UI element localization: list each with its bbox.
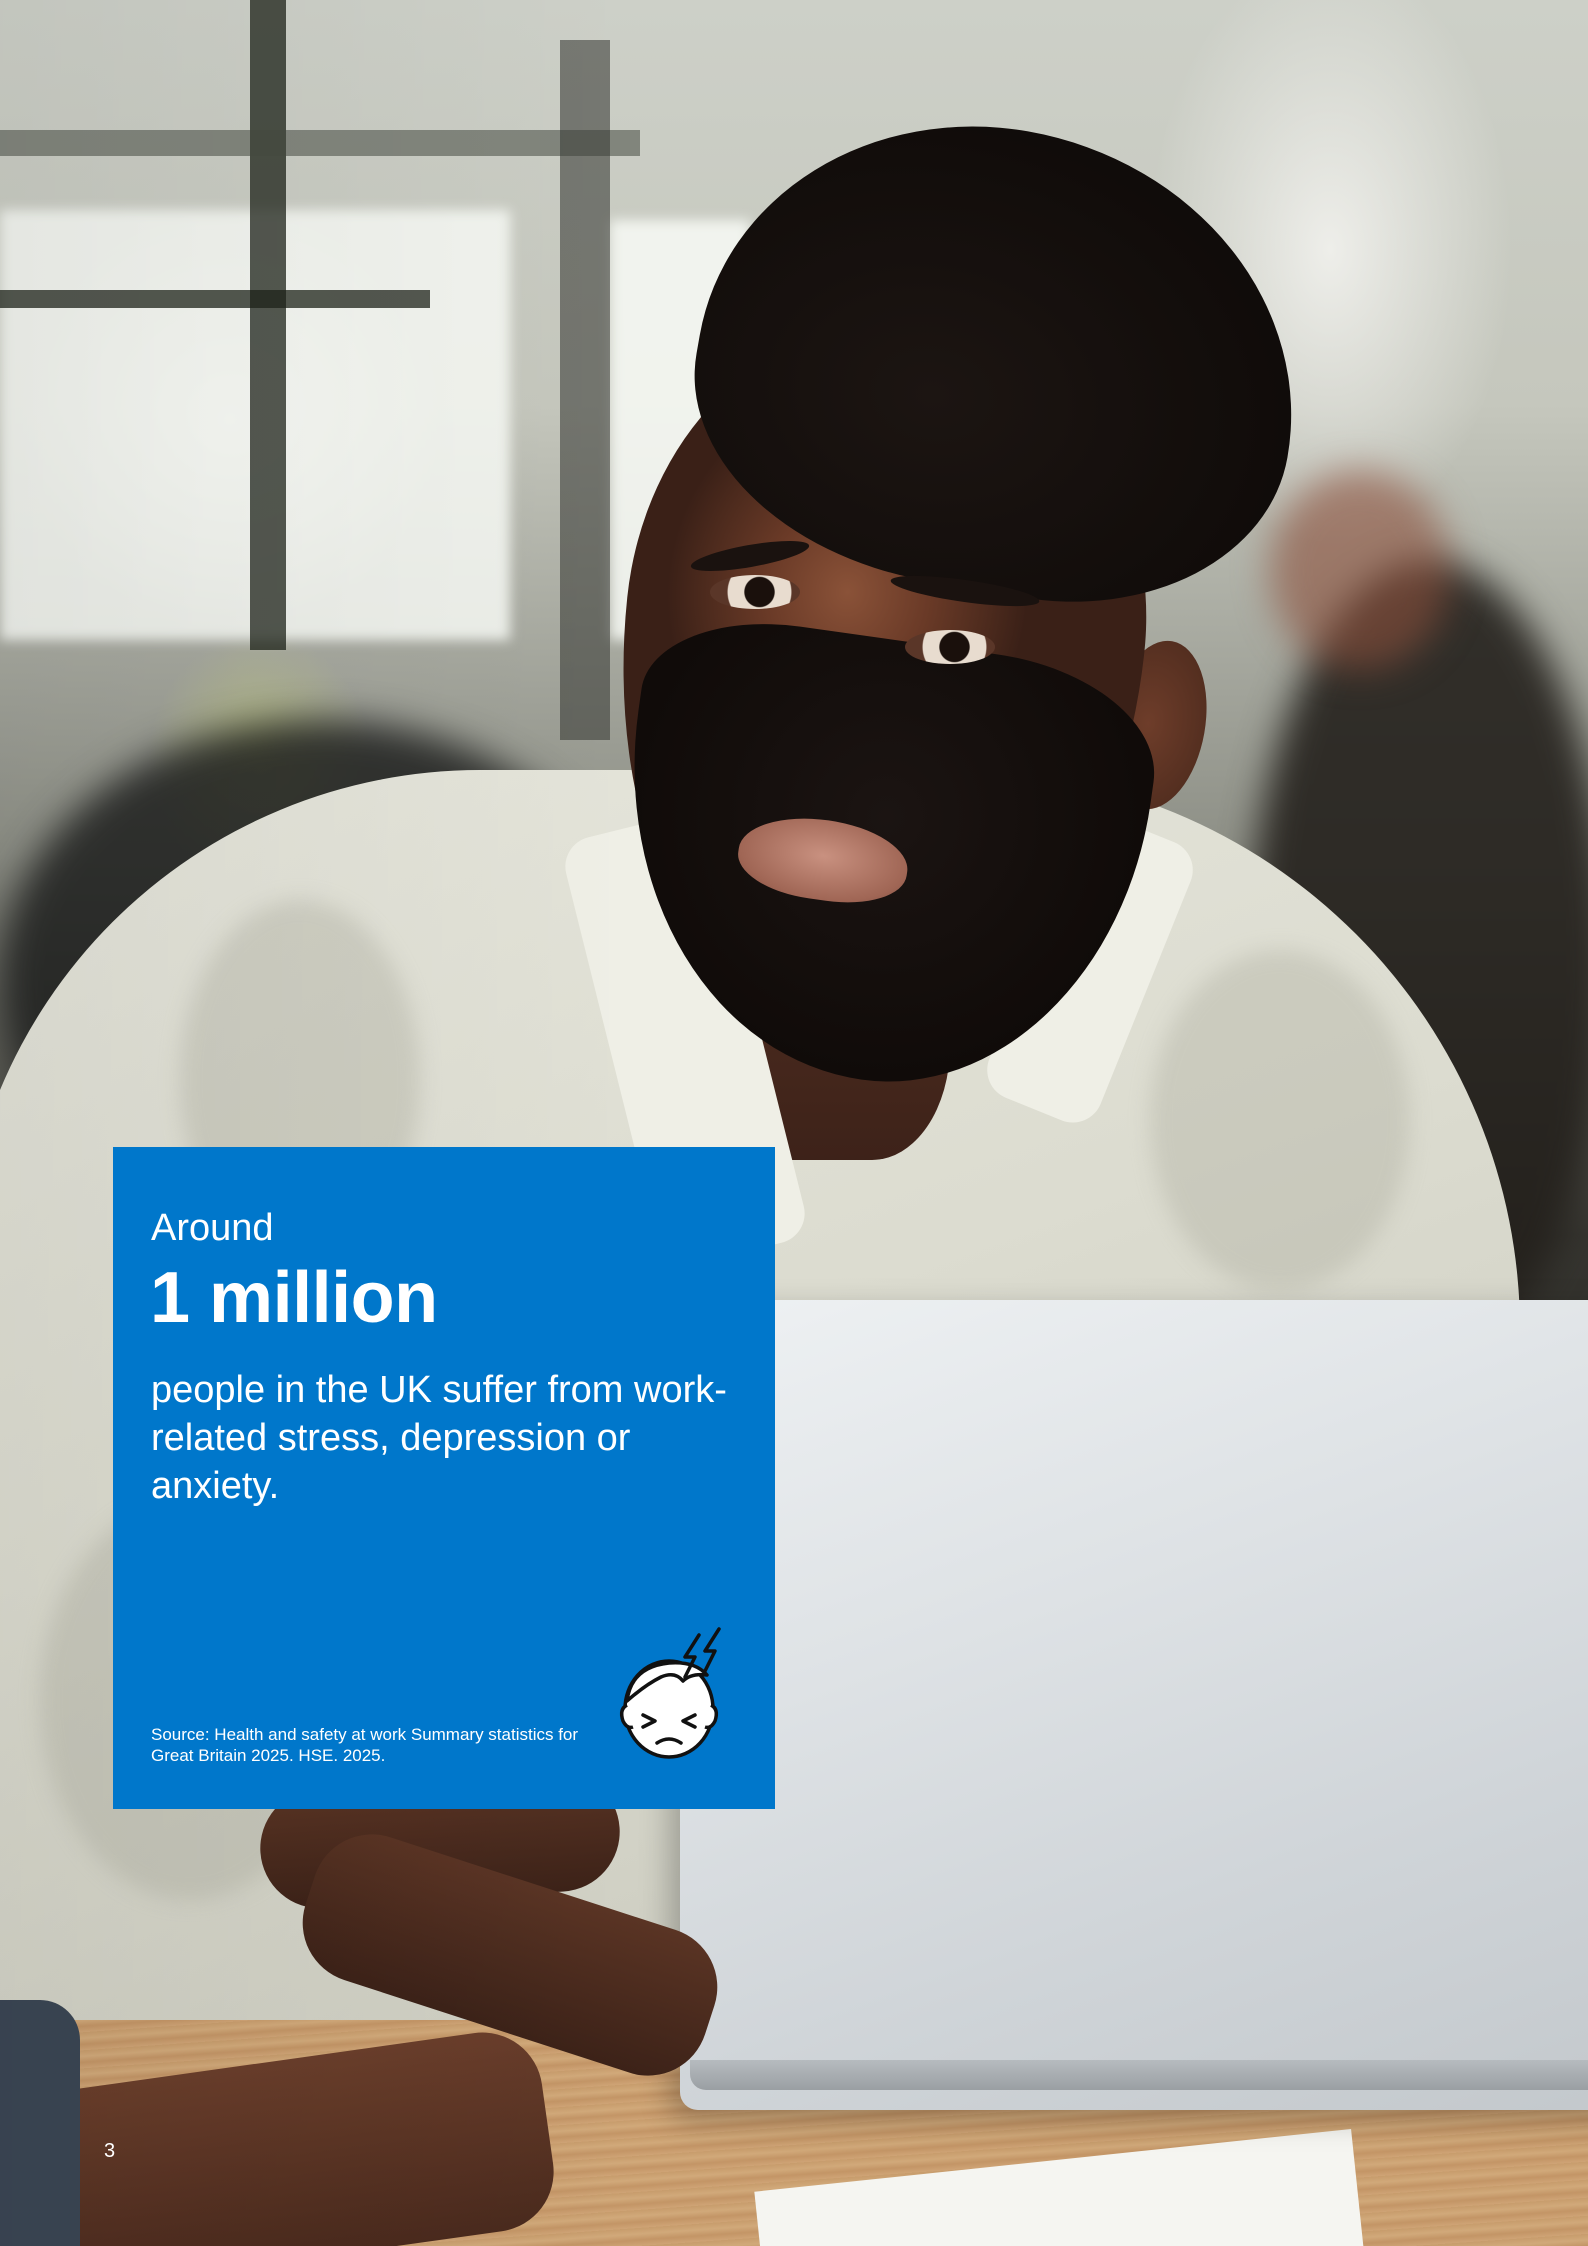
stat-source: Source: Health and safety at work Summar… (151, 1725, 579, 1765)
man-at-laptop-photo (0, 0, 1588, 2246)
page-number: 3 (104, 2140, 116, 2162)
shirt-fold (1150, 950, 1410, 1290)
eye (905, 630, 995, 664)
sleeve (0, 2000, 80, 2246)
window-frame (0, 290, 430, 308)
stat-lead: Around (151, 1207, 274, 1249)
stat-figure: 1 million (150, 1258, 438, 1338)
eye (710, 575, 800, 609)
stat-card: Around 1 million people in the UK suffer… (113, 1147, 775, 1809)
laptop-edge (690, 2060, 1588, 2090)
stressed-face-icon (619, 1627, 721, 1759)
stat-description: people in the UK suffer from work-relate… (151, 1369, 727, 1507)
document-page: Around 1 million people in the UK suffer… (0, 0, 1588, 2246)
window-frame (0, 130, 640, 156)
laptop (680, 1300, 1588, 2110)
background-person (1270, 470, 1450, 670)
pillar (560, 40, 610, 740)
window-frame (250, 0, 286, 650)
